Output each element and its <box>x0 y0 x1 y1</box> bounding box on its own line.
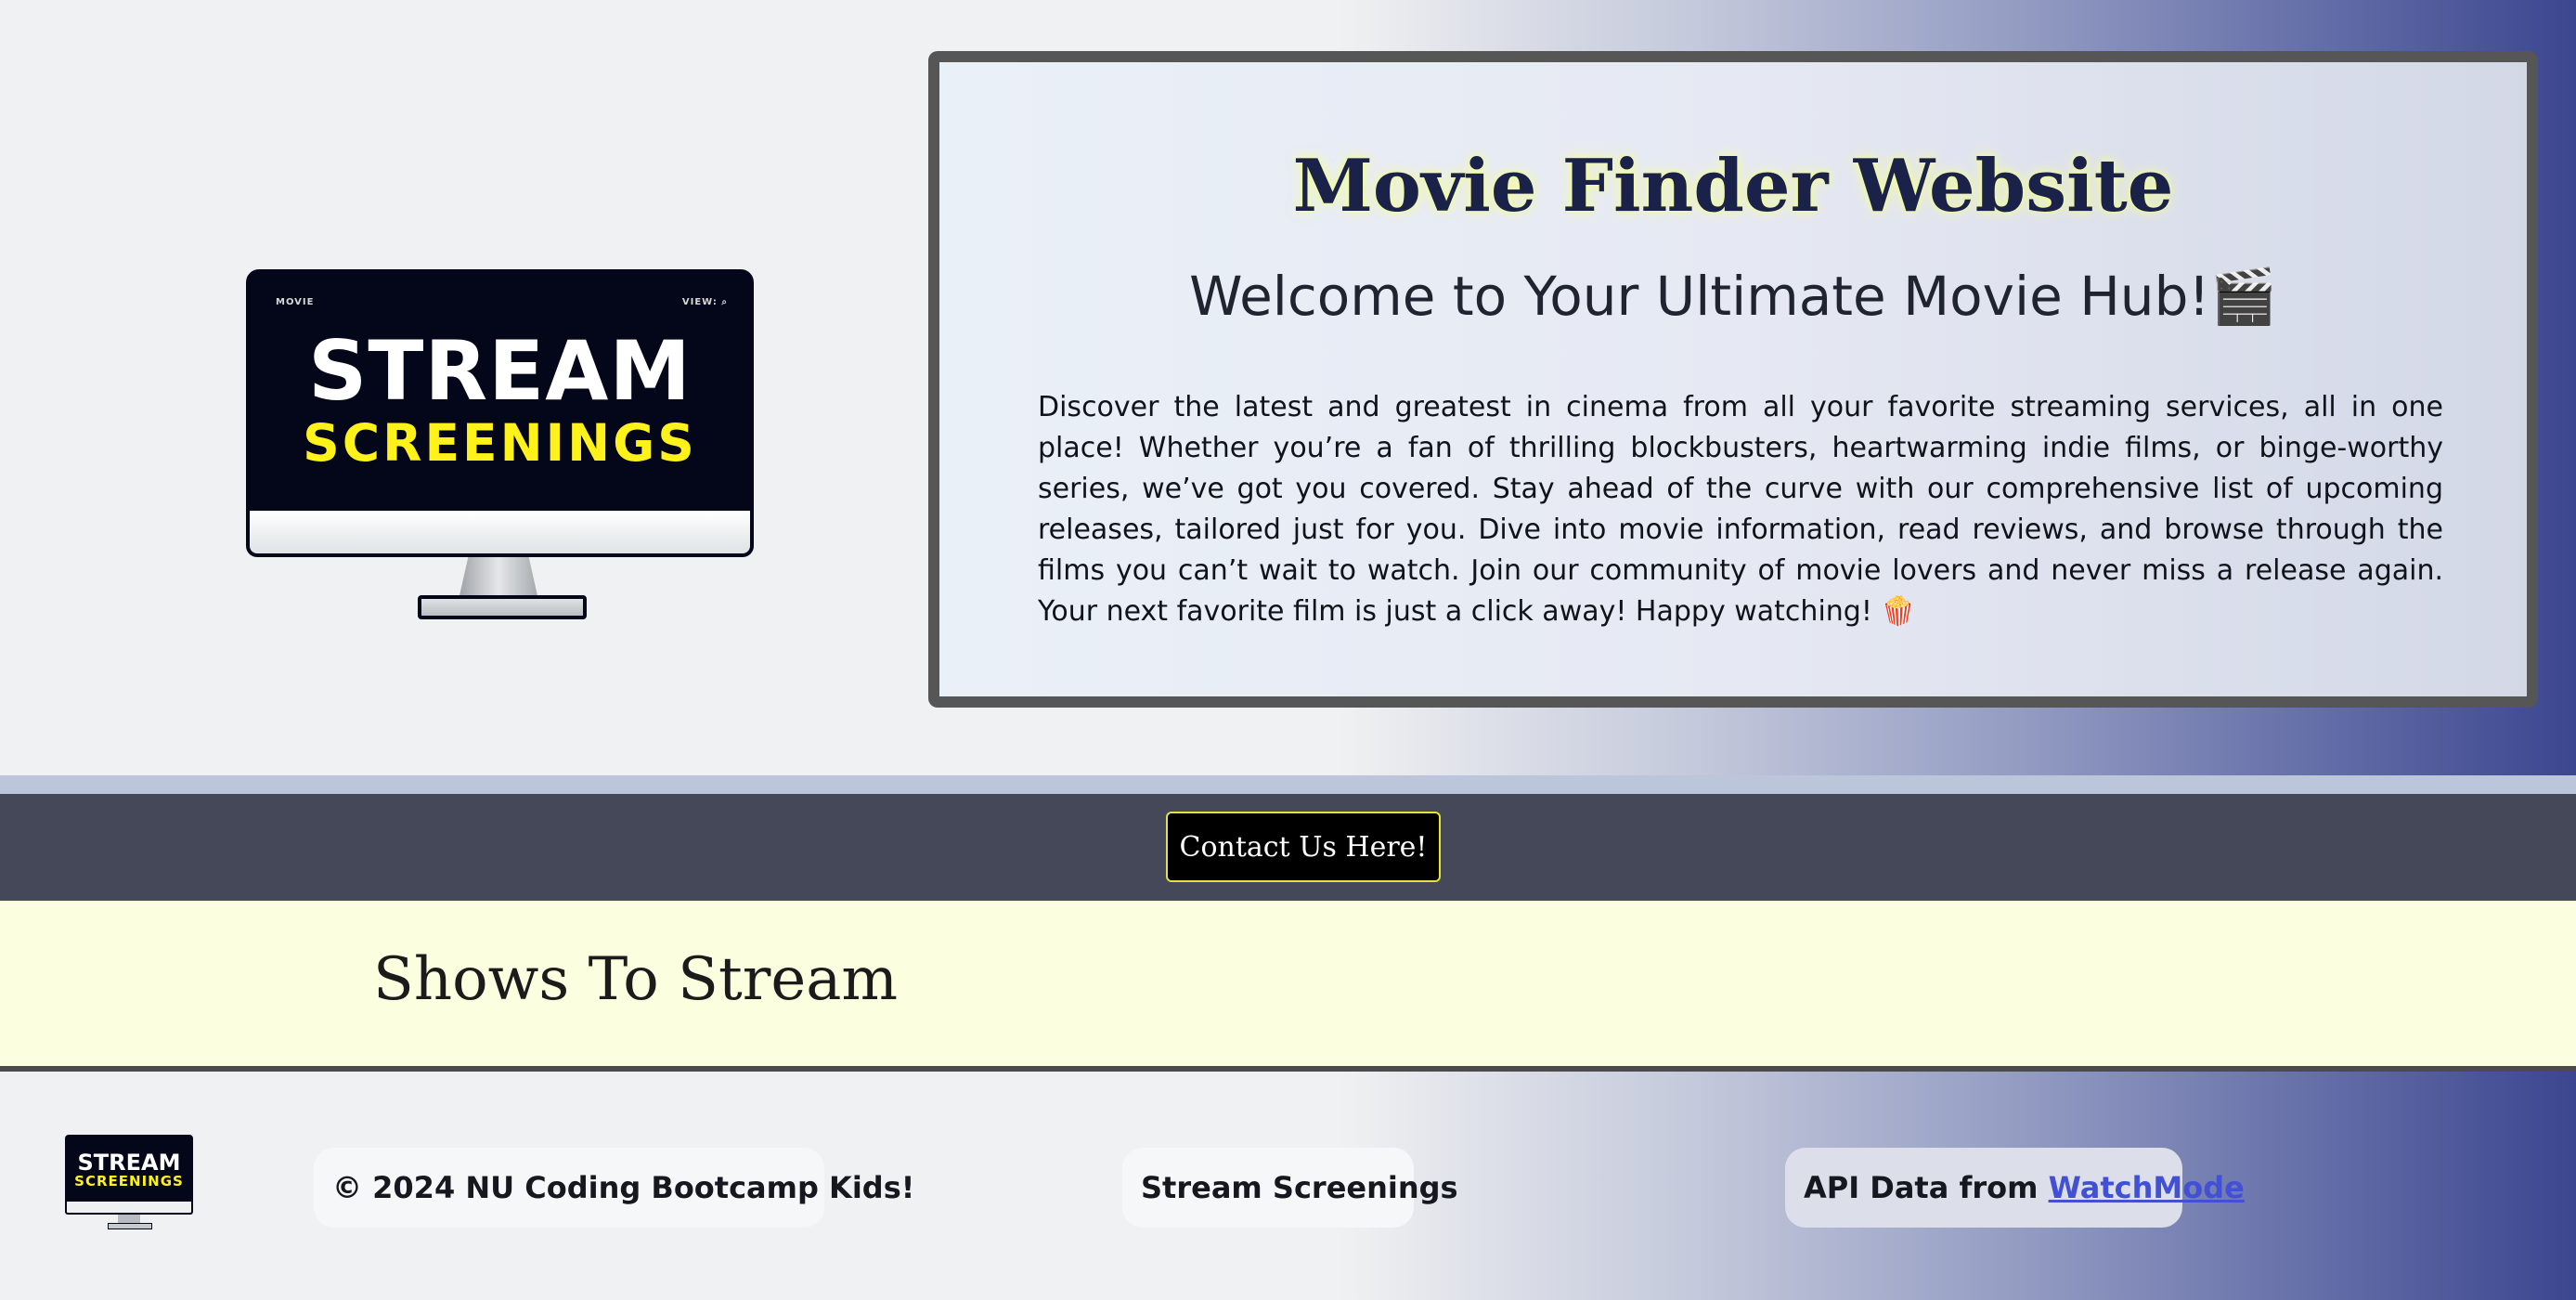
monitor-chin <box>246 511 754 557</box>
monitor-stand-neck <box>459 557 538 600</box>
watchmode-link[interactable]: WatchMode <box>2049 1170 2245 1205</box>
logo-word-stream: STREAM <box>308 323 692 419</box>
monitor-stand-base <box>418 595 587 619</box>
footer-copyright: © 2024 NU Coding Bootcamp Kids! <box>314 1148 914 1228</box>
footer-api-credit: API Data from WatchMode <box>1785 1148 2245 1228</box>
footer-logo-base <box>108 1223 152 1229</box>
monitor-screen: MOVIE VIEW: ⌕ STREAM SCREENINGS <box>246 269 754 518</box>
footer-logo-word-screenings: SCREENINGS <box>74 1173 184 1190</box>
stream-screenings-logo: MOVIE VIEW: ⌕ STREAM SCREENINGS <box>243 266 754 619</box>
logo-word-screenings: SCREENINGS <box>303 413 697 473</box>
hero-description: Discover the latest and greatest in cine… <box>1038 391 2443 628</box>
contact-bar: Contact Us Here! <box>0 794 2576 901</box>
logo-menu-text: MOVIE <box>276 297 315 307</box>
header-section: MOVIE VIEW: ⌕ STREAM SCREENINGS Movie Fi… <box>0 0 2576 775</box>
shows-section: Shows To Stream <box>0 901 2576 1066</box>
footer-logo-chin <box>65 1202 193 1215</box>
api-credit-text: API Data from <box>1804 1170 2049 1205</box>
footer-logo-word-stream: STREAM <box>77 1150 181 1176</box>
hero-card: Movie Finder Website Welcome to Your Ult… <box>928 51 2538 708</box>
hero-subtitle: Welcome to Your Ultimate Movie Hub!🎬 <box>1189 265 2277 328</box>
footer-logo: STREAM SCREENINGS <box>65 1135 193 1229</box>
contact-us-button[interactable]: Contact Us Here! <box>1166 812 1441 882</box>
footer-brand: Stream Screenings <box>1122 1148 1458 1228</box>
shows-heading: Shows To Stream <box>373 945 899 1014</box>
page-title: Movie Finder Website <box>1292 144 2174 228</box>
footer-divider <box>0 1066 2576 1072</box>
logo-view-text: VIEW: ⌕ <box>681 297 728 307</box>
section-divider <box>0 775 2576 794</box>
